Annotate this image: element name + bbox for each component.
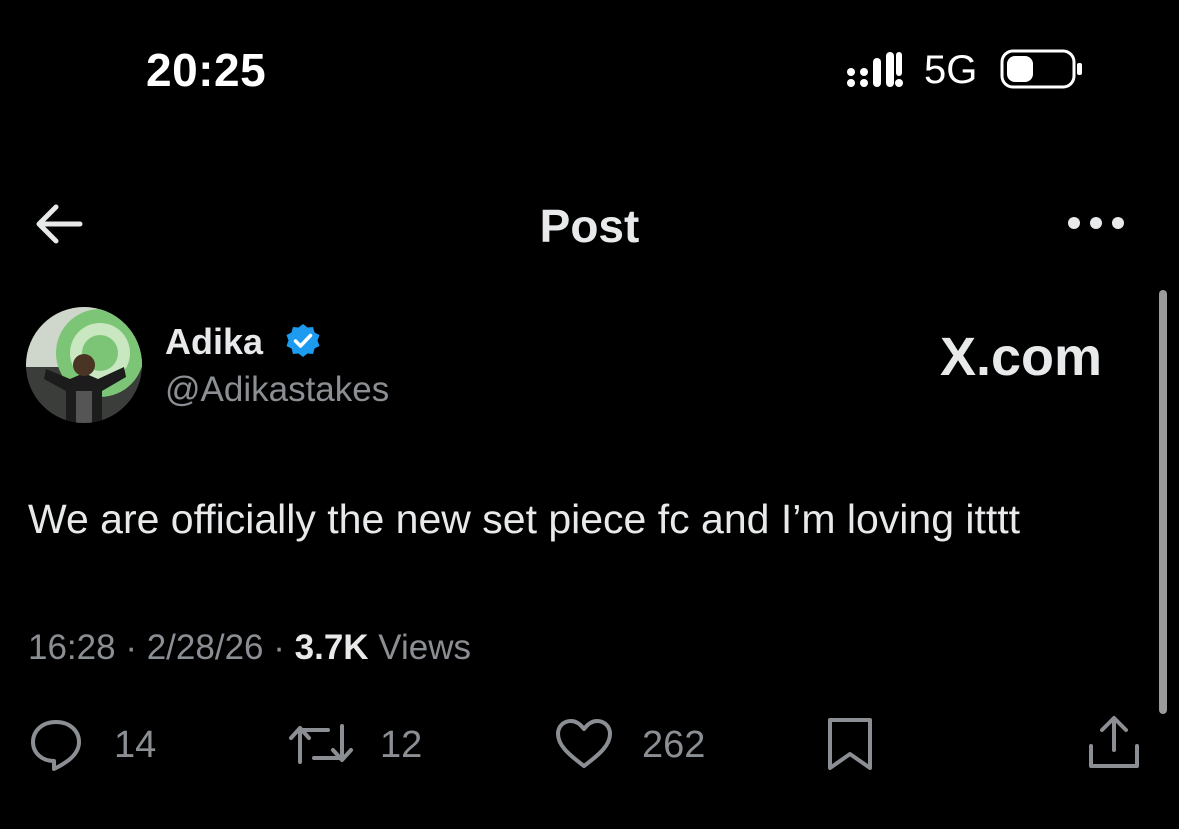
- back-arrow-icon[interactable]: [30, 198, 90, 250]
- verified-badge-icon: [286, 324, 320, 357]
- reply-icon[interactable]: [28, 716, 84, 772]
- views-count[interactable]: 3.7K: [295, 628, 369, 667]
- network-type: 5G: [924, 48, 978, 92]
- post-time: 16:28: [28, 628, 116, 667]
- meta-separator: ·: [125, 628, 137, 667]
- status-bar-time: 20:25: [146, 44, 267, 96]
- meta-separator: ·: [273, 628, 285, 667]
- more-options-icon[interactable]: [1064, 208, 1128, 238]
- bookmark-icon[interactable]: [822, 716, 878, 772]
- reply-count: 14: [114, 724, 157, 766]
- avatar[interactable]: [26, 307, 142, 423]
- repost-count: 12: [380, 724, 423, 766]
- cellular-signal-icon: [847, 52, 903, 87]
- post-meta: 16:28 · 2/28/26 · 3.7K Views: [28, 626, 471, 670]
- post-date: 2/28/26: [146, 628, 264, 667]
- author-handle[interactable]: @Adikastakes: [165, 368, 389, 412]
- page-title: Post: [539, 200, 640, 252]
- views-label: Views: [378, 628, 472, 667]
- share-icon[interactable]: [1086, 714, 1142, 770]
- repost-icon[interactable]: [288, 716, 354, 772]
- author-name[interactable]: Adika: [165, 320, 263, 364]
- like-count: 262: [642, 724, 706, 766]
- heart-icon[interactable]: [554, 716, 614, 772]
- battery-icon: [1000, 49, 1082, 89]
- post-text: We are officially the new set piece fc a…: [28, 496, 1021, 542]
- scrollbar[interactable]: [1159, 290, 1167, 714]
- watermark: X.com: [940, 327, 1103, 387]
